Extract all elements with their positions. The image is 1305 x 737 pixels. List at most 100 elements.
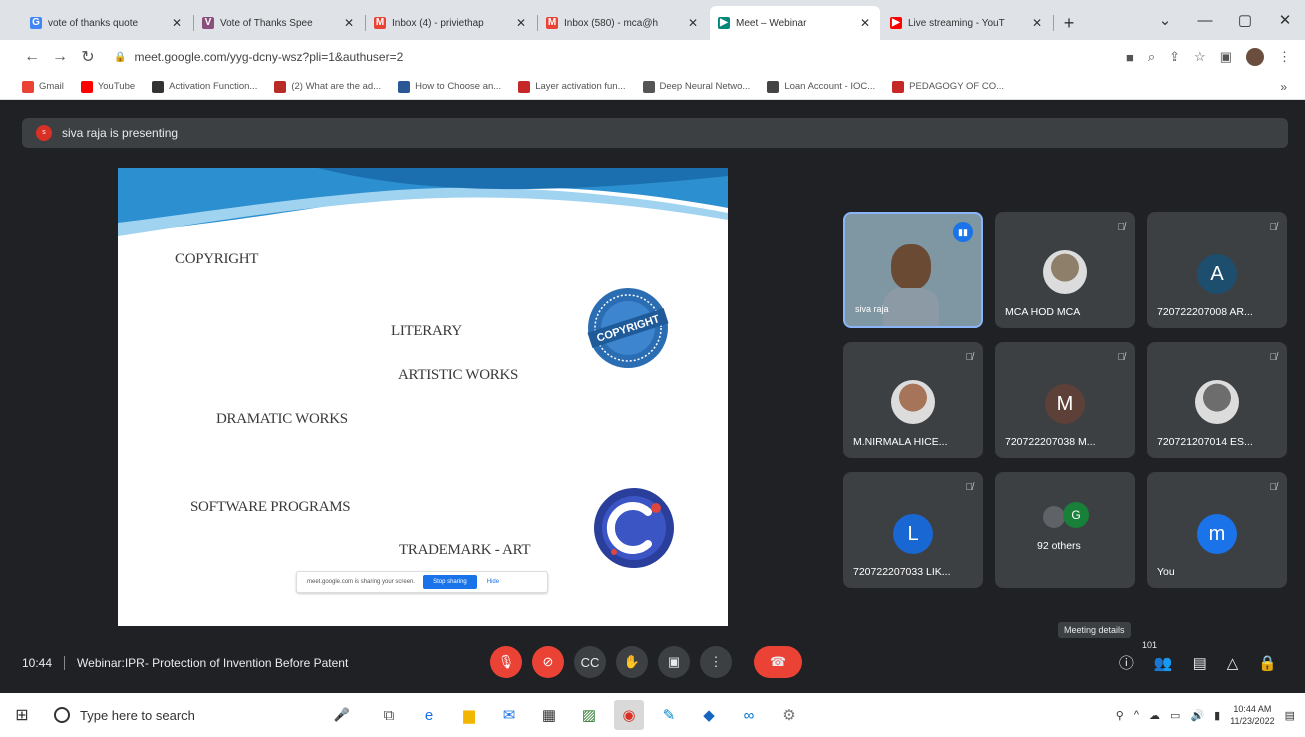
settings-icon[interactable]: ⚙ — [774, 700, 804, 730]
photos-icon[interactable]: ▨ — [574, 700, 604, 730]
battery-icon[interactable]: ▮ — [1214, 709, 1220, 722]
close-tab-icon[interactable]: ✕ — [342, 16, 356, 30]
participant-tile[interactable]: 🎙̸ M.NIRMALA HICE... — [843, 342, 983, 458]
url-field[interactable]: 🔒 meet.google.com/yyg-dcny-wsz?pli=1&aut… — [114, 50, 403, 64]
participant-name: 92 others — [1037, 540, 1081, 552]
close-tab-icon[interactable]: ✕ — [686, 16, 700, 30]
meeting-title: Webinar:IPR- Protection of Invention Bef… — [77, 656, 349, 670]
zoom-icon[interactable]: ⌕ — [1148, 49, 1155, 65]
browser-tab[interactable]: M Inbox (580) - mca@h ✕ — [538, 6, 708, 40]
tab-title: Inbox (4) - priviethap — [392, 17, 484, 29]
bookmark-item[interactable]: YouTube — [80, 80, 135, 93]
bookmark-item[interactable]: Activation Function... — [152, 80, 258, 93]
bookmark-item[interactable]: Gmail — [22, 80, 64, 93]
bookmark-label: Activation Function... — [169, 81, 258, 92]
participant-tile[interactable]: m 🎙̸ You — [1147, 472, 1287, 588]
profile-avatar[interactable] — [1246, 48, 1264, 66]
close-window-button[interactable]: ✕ — [1265, 11, 1305, 29]
network-icon[interactable]: ▭ — [1170, 709, 1180, 722]
muted-mic-icon: 🎙̸ — [1269, 222, 1278, 233]
browser-tab[interactable]: M Inbox (4) - priviethap ✕ — [366, 6, 538, 40]
minimize-button[interactable]: — — [1185, 12, 1225, 29]
microphone-icon[interactable]: 🎤 — [334, 707, 350, 723]
participant-photo — [891, 380, 935, 424]
side-panel-icon[interactable]: ▣ — [1220, 49, 1232, 65]
close-tab-icon[interactable]: ✕ — [858, 16, 872, 30]
participant-tile[interactable]: G 92 others — [995, 472, 1135, 588]
participant-tile[interactable]: M 🎙̸ 720722207038 M... — [995, 342, 1135, 458]
forward-icon[interactable]: → — [46, 48, 74, 66]
taskbar-clock[interactable]: 10:44 AM 11/23/2022 — [1230, 703, 1274, 727]
bookmark-item[interactable]: Loan Account - IOC... — [767, 80, 875, 93]
captions-icon[interactable]: CC — [574, 646, 606, 678]
browser-tab[interactable]: ▶ Live streaming - YouT ✕ — [882, 6, 1054, 40]
tab-separator — [1053, 15, 1054, 31]
taskbar-apps: ⧉ e ▆ ✉ ▦ ▨ ◉ ✎ ◆ ∞ ⚙ — [374, 700, 804, 730]
copilot-icon[interactable]: ∞ — [734, 700, 764, 730]
back-icon[interactable]: ← — [18, 48, 46, 66]
windows-start-icon[interactable]: ⊞ — [0, 705, 44, 725]
share-icon[interactable]: ⇪ — [1169, 49, 1180, 65]
bookmark-item[interactable]: PEDAGOGY OF CO... — [892, 80, 1004, 93]
close-tab-icon[interactable]: ✕ — [514, 16, 528, 30]
task-view-icon[interactable]: ⧉ — [374, 700, 404, 730]
close-tab-icon[interactable]: ✕ — [1030, 16, 1044, 30]
3d-viewer-icon[interactable]: ◆ — [694, 700, 724, 730]
reload-icon[interactable]: ↻ — [74, 47, 102, 67]
host-controls-icon[interactable]: 🔒 — [1258, 654, 1277, 672]
hang-up-button[interactable]: ☎ — [754, 646, 802, 678]
bookmarks-overflow-icon[interactable]: » — [1280, 80, 1287, 94]
close-tab-icon[interactable]: ✕ — [170, 16, 184, 30]
browser-tab[interactable]: V Vote of Thanks Spee ✕ — [194, 6, 366, 40]
chat-icon[interactable]: ▤ — [1193, 654, 1207, 672]
call-controls: 🎙 ⊘ CC ✋ ▣ ⋮ ☎ — [490, 646, 802, 678]
mic-off-icon[interactable]: 🎙 — [490, 646, 522, 678]
lock-icon[interactable]: 🔒 — [114, 52, 126, 63]
tray-overflow-icon[interactable]: ^ — [1134, 709, 1139, 721]
taskbar-search[interactable]: Type here to search 🎤 — [44, 693, 364, 737]
bookmark-star-icon[interactable]: ☆ — [1194, 49, 1206, 65]
paint-icon[interactable]: ✎ — [654, 700, 684, 730]
bookmark-label: How to Choose an... — [415, 81, 502, 92]
google-icon: G — [30, 17, 42, 29]
people-tray-icon[interactable]: ⚲ — [1116, 709, 1124, 722]
tab-search-icon[interactable]: ⌄ — [1145, 11, 1185, 29]
more-options-icon[interactable]: ⋮ — [700, 646, 732, 678]
activities-icon[interactable]: △ — [1227, 654, 1239, 672]
hide-toast-button[interactable]: Hide — [487, 579, 499, 585]
file-explorer-icon[interactable]: ▆ — [454, 700, 484, 730]
edge-icon[interactable]: e — [414, 700, 444, 730]
participant-tile[interactable]: ▮▮ siva raja — [843, 212, 983, 328]
participant-tile[interactable]: L 🎙̸ 720722207033 LIK... — [843, 472, 983, 588]
menu-kebab-icon[interactable]: ⋮ — [1278, 49, 1291, 65]
present-screen-icon[interactable]: ▣ — [658, 646, 690, 678]
participant-tile[interactable]: 🎙̸ 720721207014 ES... — [1147, 342, 1287, 458]
new-tab-button[interactable]: + — [1054, 6, 1084, 40]
muted-mic-icon: 🎙̸ — [1269, 352, 1278, 363]
share-toast-message: meet.google.com is sharing your screen. — [307, 579, 416, 585]
mail-icon[interactable]: ✉ — [494, 700, 524, 730]
browser-tab[interactable]: ▶ Meet – Webinar ✕ — [710, 6, 880, 40]
camera-icon[interactable]: ■ — [1126, 50, 1134, 65]
bookmark-item[interactable]: (2) What are the ad... — [274, 80, 381, 93]
raise-hand-icon[interactable]: ✋ — [616, 646, 648, 678]
stop-sharing-button[interactable]: Stop sharing — [423, 575, 477, 589]
volume-icon[interactable]: 🔊 — [1190, 709, 1204, 722]
participant-tile[interactable]: 🎙̸ MCA HOD MCA — [995, 212, 1135, 328]
bookmark-item[interactable]: Layer activation fun... — [518, 80, 626, 93]
info-icon[interactable]: ⓘ — [1119, 652, 1134, 673]
notifications-icon[interactable]: ▤ — [1285, 709, 1295, 722]
onedrive-icon[interactable]: ☁ — [1149, 709, 1160, 722]
camera-off-icon[interactable]: ⊘ — [532, 646, 564, 678]
participant-name: M.NIRMALA HICE... — [853, 436, 948, 448]
browser-tab[interactable]: Gvote of thanks quote ✕ — [22, 6, 194, 40]
bookmark-item[interactable]: Deep Neural Netwo... — [642, 80, 750, 93]
bookmark-item[interactable]: How to Choose an... — [398, 80, 502, 93]
chrome-icon[interactable]: ◉ — [614, 700, 644, 730]
maximize-button[interactable]: ▢ — [1225, 11, 1265, 29]
bookmark-favicon-icon — [642, 80, 655, 93]
presenting-text: siva raja is presenting — [62, 126, 179, 140]
store-icon[interactable]: ▦ — [534, 700, 564, 730]
people-icon[interactable]: 👥 — [1154, 654, 1173, 672]
participant-tile[interactable]: A 🎙̸ 720722207008 AR... — [1147, 212, 1287, 328]
